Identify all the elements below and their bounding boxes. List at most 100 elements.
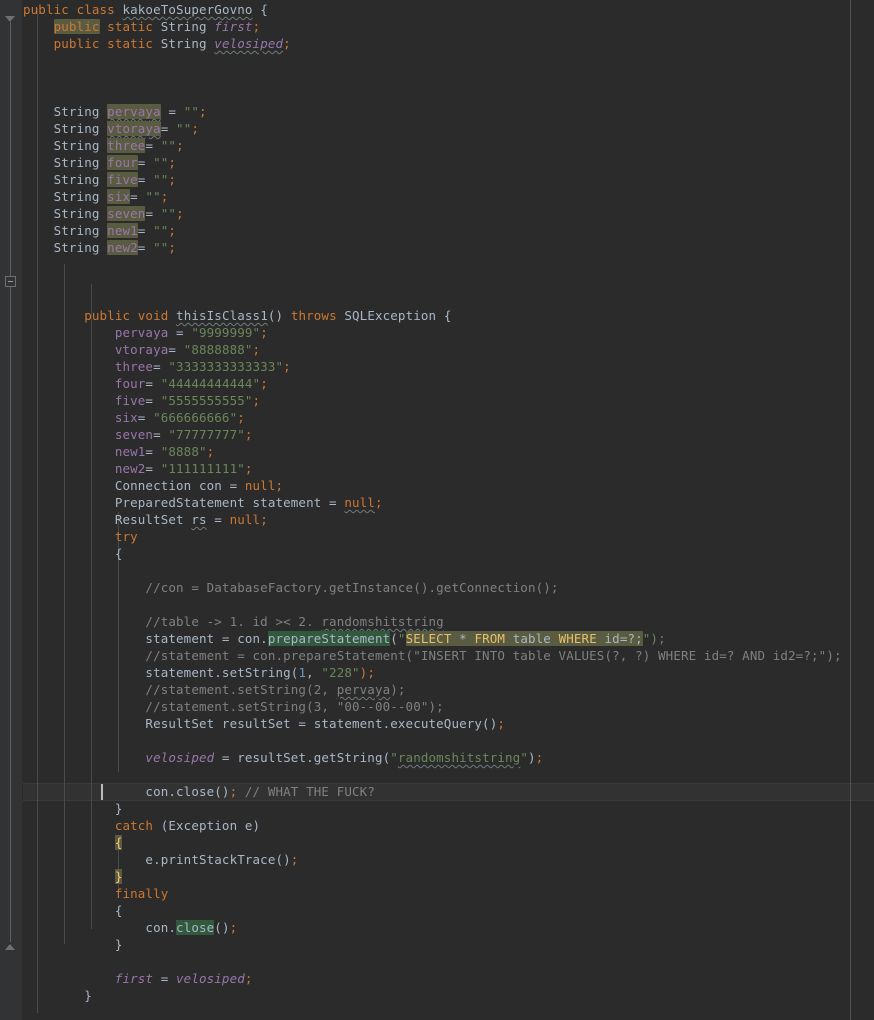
code-line[interactable]: } xyxy=(23,868,874,885)
code-token: { xyxy=(114,835,123,850)
code-token: = xyxy=(130,189,146,204)
code-line[interactable]: String seven= ""; xyxy=(23,205,874,222)
code-line[interactable]: String pervaya = ""; xyxy=(23,103,874,120)
code-line[interactable]: pervaya = "9999999"; xyxy=(23,324,874,341)
code-token: ; xyxy=(160,189,169,204)
code-line[interactable]: String new1= ""; xyxy=(23,222,874,239)
code-line[interactable]: five= "5555555555"; xyxy=(23,392,874,409)
sql-injected-fragment: SELECT * FROM table WHERE id=?; xyxy=(405,631,643,646)
code-token: { xyxy=(252,2,268,17)
code-line[interactable]: { xyxy=(23,834,874,851)
code-text[interactable]: public class kakoeToSuperGovno { public … xyxy=(23,0,874,1020)
code-line[interactable] xyxy=(23,273,874,290)
code-token: "5555555555" xyxy=(160,393,253,408)
code-line[interactable]: vtoraya= "8888888"; xyxy=(23,341,874,358)
code-token: = xyxy=(160,121,177,136)
code-line[interactable]: ResultSet resultSet = statement.executeQ… xyxy=(23,715,874,732)
code-line[interactable]: new1= "8888"; xyxy=(23,443,874,460)
code-line[interactable]: //statement.setString(3, "00--00--00"); xyxy=(23,698,874,715)
code-line[interactable]: Connection con = null; xyxy=(23,477,874,494)
code-token: velosiped xyxy=(214,36,284,51)
code-line[interactable]: first = velosiped; xyxy=(23,970,874,987)
code-line[interactable]: con.close(); // WHAT THE FUCK? xyxy=(23,783,874,800)
code-line[interactable]: public class kakoeToSuperGovno { xyxy=(23,1,874,18)
code-line[interactable] xyxy=(23,1004,874,1020)
code-line[interactable]: { xyxy=(23,902,874,919)
code-line[interactable]: //statement.setString(2, pervaya); xyxy=(23,681,874,698)
code-line[interactable]: con.close(); xyxy=(23,919,874,936)
code-token: kakoeToSuperGovno xyxy=(122,2,253,17)
code-line[interactable]: three= "3333333333333"; xyxy=(23,358,874,375)
code-line[interactable] xyxy=(23,766,874,783)
code-line[interactable]: seven= "77777777"; xyxy=(23,426,874,443)
code-token: ; xyxy=(290,852,299,867)
code-line[interactable] xyxy=(23,596,874,613)
code-line[interactable]: statement = con.prepareStatement("SELECT… xyxy=(23,630,874,647)
code-line[interactable] xyxy=(23,562,874,579)
code-token: ) xyxy=(527,750,536,765)
code-line[interactable]: { xyxy=(23,545,874,562)
class-fold-end-icon[interactable] xyxy=(5,944,16,950)
editor-gutter[interactable] xyxy=(0,0,22,1020)
code-surface[interactable]: public class kakoeToSuperGovno { public … xyxy=(23,0,874,1020)
code-line[interactable]: //con = DatabaseFactory.getInstance().ge… xyxy=(23,579,874,596)
code-token: , xyxy=(306,665,322,680)
code-line[interactable]: } xyxy=(23,936,874,953)
code-line[interactable]: velosiped = resultSet.getString("randoms… xyxy=(23,749,874,766)
code-line[interactable]: PreparedStatement statement = null; xyxy=(23,494,874,511)
code-token: first xyxy=(114,971,154,986)
code-line[interactable]: catch (Exception e) xyxy=(23,817,874,834)
code-token: three xyxy=(114,359,154,374)
code-token: "); xyxy=(642,631,666,646)
code-token: first xyxy=(214,19,253,34)
code-line[interactable]: String vtoraya= ""; xyxy=(23,120,874,137)
method-fold-start-icon[interactable] xyxy=(5,276,16,287)
code-token: String xyxy=(53,240,108,255)
code-line[interactable] xyxy=(23,69,874,86)
class-fold-start-icon[interactable] xyxy=(5,16,16,22)
code-line[interactable]: String five= ""; xyxy=(23,171,874,188)
code-line[interactable]: finally xyxy=(23,885,874,902)
code-line[interactable]: public static String first; xyxy=(23,18,874,35)
code-line[interactable]: String six= ""; xyxy=(23,188,874,205)
code-line[interactable] xyxy=(23,290,874,307)
code-token: ; xyxy=(244,427,253,442)
code-token: "" xyxy=(176,121,192,136)
code-line[interactable]: //statement = con.prepareStatement("INSE… xyxy=(23,647,874,664)
code-line[interactable]: ResultSet rs = null; xyxy=(23,511,874,528)
code-line[interactable]: String new2= ""; xyxy=(23,239,874,256)
code-line[interactable]: four= "44444444444"; xyxy=(23,375,874,392)
code-line[interactable]: } xyxy=(23,800,874,817)
code-line[interactable]: String three= ""; xyxy=(23,137,874,154)
code-token: "" xyxy=(145,189,161,204)
code-token: four xyxy=(107,155,138,170)
code-line[interactable] xyxy=(23,732,874,749)
code-token: prepareStatement xyxy=(267,631,391,646)
code-token: = xyxy=(153,359,169,374)
code-token: = xyxy=(206,512,230,527)
code-line[interactable] xyxy=(23,86,874,103)
code-line[interactable] xyxy=(23,256,874,273)
code-line[interactable]: new2= "111111111"; xyxy=(23,460,874,477)
code-token: String xyxy=(160,19,207,34)
code-line[interactable]: try xyxy=(23,528,874,545)
code-line[interactable]: statement.setString(1, "228"); xyxy=(23,664,874,681)
code-line[interactable]: e.printStackTrace(); xyxy=(23,851,874,868)
code-line[interactable]: } xyxy=(23,987,874,1004)
code-line[interactable] xyxy=(23,52,874,69)
code-line[interactable]: public void thisIsClass1() throws SQLExc… xyxy=(23,307,874,324)
code-line[interactable] xyxy=(23,953,874,970)
code-token: () xyxy=(214,920,230,935)
code-line[interactable]: public static String velosiped; xyxy=(23,35,874,52)
code-line[interactable]: String four= ""; xyxy=(23,154,874,171)
code-line[interactable]: //table -> 1. id >< 2. randomshitstring xyxy=(23,613,874,630)
code-line[interactable]: six= "666666666"; xyxy=(23,409,874,426)
code-token: = xyxy=(137,155,154,170)
